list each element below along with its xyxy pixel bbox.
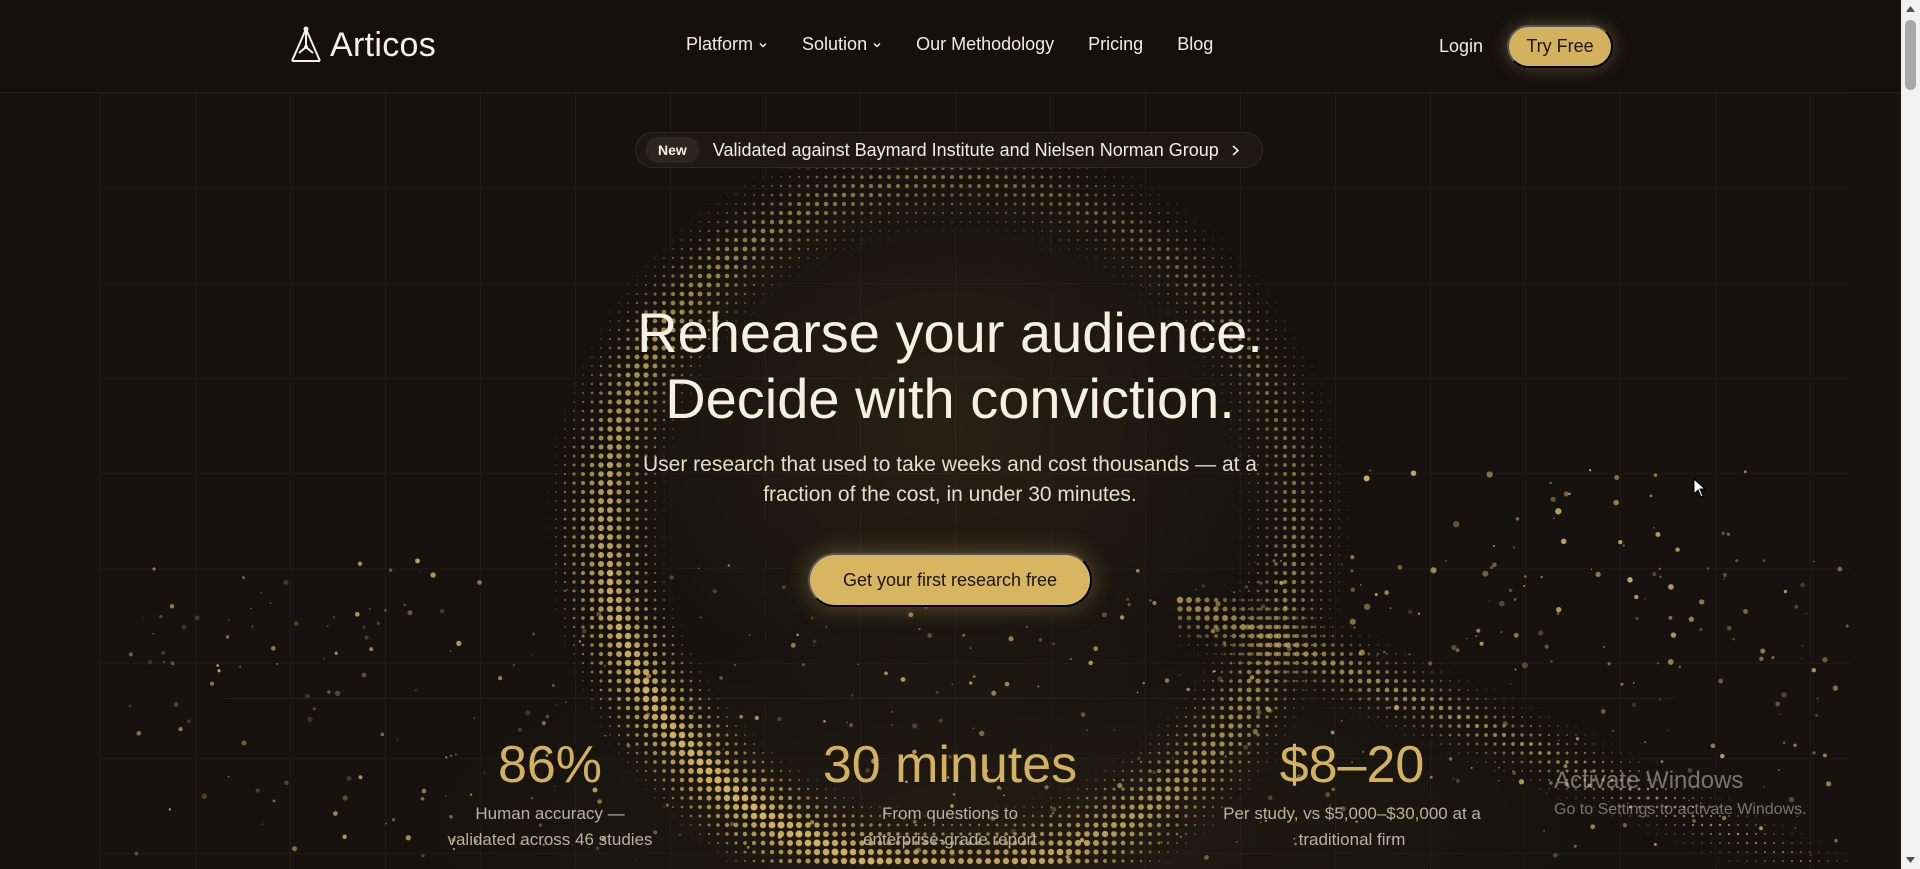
chevron-down-icon: [873, 42, 881, 48]
announcement-pill[interactable]: New Validated against Baymard Institute …: [635, 132, 1263, 168]
hero-subtitle: User research that used to take weeks an…: [642, 453, 1257, 506]
site-header: Articos Platform Solution Our Methodolog…: [0, 0, 1901, 93]
try-free-button[interactable]: Try Free: [1507, 25, 1613, 68]
page: Articos Platform Solution Our Methodolog…: [0, 0, 1901, 869]
watermark-title: Activate Windows: [1554, 767, 1744, 794]
nav-item-label: Pricing: [1088, 34, 1144, 54]
nav-item-label: Blog: [1177, 34, 1214, 54]
main-nav: Platform Solution Our Methodology Pricin…: [686, 34, 1213, 55]
nav-item-label: Our Methodology: [916, 34, 1055, 54]
windows-activation-watermark: Activate Windows Go to Settings to activ…: [1554, 767, 1807, 819]
stat-value: 86%: [497, 736, 603, 794]
logo[interactable]: Articos: [288, 25, 436, 65]
triangle-node-icon: [291, 26, 321, 62]
section-divider: [225, 698, 1675, 699]
stat-value: 30 minutes: [822, 736, 1078, 794]
scroll-up-arrow-icon[interactable]: [1906, 6, 1915, 12]
hero-title-line-1: Rehearse your audience.: [637, 301, 1263, 364]
nav-item-solution[interactable]: Solution: [802, 34, 882, 55]
login-link[interactable]: Login: [1439, 36, 1483, 57]
nav-item-label: Platform: [686, 34, 754, 54]
nav-item-platform[interactable]: Platform: [686, 34, 768, 55]
nav-item-label: Solution: [802, 34, 868, 54]
stat-cost: $8–20 Per study, vs $5,000–$30,000 at a …: [1202, 735, 1502, 853]
brand-name: Articos: [330, 25, 437, 64]
stat-time: 30 minutes From questions to enterprise-…: [800, 735, 1100, 853]
nav-item-pricing[interactable]: Pricing: [1088, 34, 1143, 55]
watermark-subtitle: Go to Settings to activate Windows.: [1554, 801, 1807, 818]
chevron-down-icon: [759, 42, 767, 48]
stat-label: Human accuracy — validated across 46 stu…: [447, 804, 653, 849]
stat-label: From questions to enterprise-grade repor…: [863, 804, 1037, 849]
hero-title: Rehearse your audience. Decide with conv…: [450, 300, 1450, 432]
chevron-right-icon: [1232, 144, 1239, 156]
new-badge: New: [646, 137, 699, 163]
stat-value: $8–20: [1279, 736, 1425, 794]
get-research-free-button[interactable]: Get your first research free: [808, 553, 1092, 607]
nav-item-blog[interactable]: Blog: [1177, 34, 1213, 55]
stat-label: Per study, vs $5,000–$30,000 at a tradit…: [1223, 804, 1481, 849]
scrollbar-thumb[interactable]: [1905, 20, 1916, 90]
hero-title-line-2: Decide with conviction.: [665, 367, 1235, 430]
mouse-cursor-icon: [1693, 478, 1707, 498]
scroll-down-arrow-icon[interactable]: [1906, 857, 1915, 863]
nav-item-methodology[interactable]: Our Methodology: [916, 34, 1054, 55]
stat-accuracy: 86% Human accuracy — validated across 46…: [400, 735, 700, 853]
announcement-text: Validated against Baymard Institute and …: [712, 139, 1219, 160]
page-scrollbar[interactable]: [1901, 0, 1920, 869]
